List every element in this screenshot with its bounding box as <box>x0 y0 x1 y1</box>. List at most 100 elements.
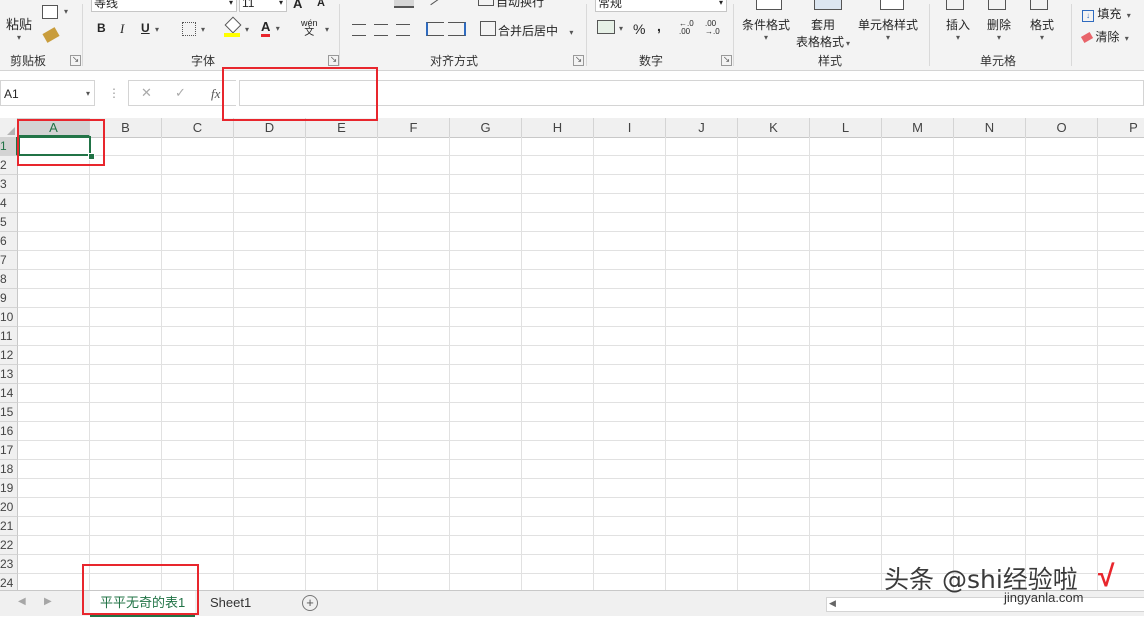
column-header-f[interactable]: F <box>378 118 450 137</box>
insert-button[interactable]: 插入 ▾ <box>946 16 970 42</box>
increase-decimal-button[interactable]: ←.0 .00 <box>679 20 699 36</box>
conditional-format-button[interactable]: 条件格式 ▾ <box>742 16 790 42</box>
grow-font-button[interactable]: A <box>293 0 302 11</box>
align-left-icon[interactable] <box>352 24 366 36</box>
format-painter-icon[interactable] <box>42 27 60 43</box>
merge-center-icon[interactable] <box>480 21 496 36</box>
decrease-indent-icon[interactable] <box>426 22 444 36</box>
copy-dropdown-icon[interactable]: ▾ <box>64 7 68 16</box>
more-icon[interactable]: ⋮ <box>108 86 120 100</box>
row-header-21[interactable]: 21 <box>0 517 18 536</box>
row-header-23[interactable]: 23 <box>0 555 18 574</box>
row-header-7[interactable]: 7 <box>0 251 18 270</box>
cancel-icon[interactable]: ✕ <box>141 85 152 101</box>
chevron-down-icon: ▾ <box>569 28 574 37</box>
merge-center-button[interactable]: 合并后居中 ▾ <box>498 22 573 39</box>
column-header-m[interactable]: M <box>882 118 954 137</box>
format-button[interactable]: 格式 ▾ <box>1030 16 1054 42</box>
highlight-cell-a1 <box>17 119 105 166</box>
column-header-l[interactable]: L <box>810 118 882 137</box>
orientation-icon[interactable] <box>426 0 440 6</box>
bold-button[interactable]: B <box>97 21 106 35</box>
table-format-button[interactable]: 套用 表格格式 ▾ <box>796 16 850 50</box>
row-header-19[interactable]: 19 <box>0 479 18 498</box>
select-all-button[interactable] <box>0 118 18 137</box>
column-header-p[interactable]: P <box>1098 118 1144 137</box>
column-header-k[interactable]: K <box>738 118 810 137</box>
fill-button[interactable]: ↓ 填充 ▾ <box>1082 5 1131 22</box>
wrap-text-icon[interactable] <box>478 0 494 6</box>
increase-indent-icon[interactable] <box>448 22 466 36</box>
phonetic-dropdown-icon[interactable]: ▾ <box>325 25 329 34</box>
sheet-tab-2[interactable]: Sheet1 <box>200 591 261 615</box>
number-launcher-icon[interactable]: ↘ <box>721 55 732 66</box>
column-header-h[interactable]: H <box>522 118 594 137</box>
row-header-20[interactable]: 20 <box>0 498 18 517</box>
number-format-select[interactable]: 常规 ▾ <box>595 0 727 12</box>
row-header-6[interactable]: 6 <box>0 232 18 251</box>
row-header-15[interactable]: 15 <box>0 403 18 422</box>
row-header-16[interactable]: 16 <box>0 422 18 441</box>
align-center-icon[interactable] <box>374 24 388 36</box>
enter-icon[interactable]: ✓ <box>175 85 186 101</box>
row-header-13[interactable]: 13 <box>0 365 18 384</box>
row-header-2[interactable]: 2 <box>0 156 18 175</box>
row-header-10[interactable]: 10 <box>0 308 18 327</box>
border-dropdown-icon[interactable]: ▾ <box>201 25 205 34</box>
italic-button[interactable]: I <box>120 21 124 37</box>
horizontal-scrollbar[interactable]: ◀ <box>826 597 1144 612</box>
row-header-11[interactable]: 11 <box>0 327 18 346</box>
align-middle-icon[interactable] <box>394 0 414 8</box>
row-header-22[interactable]: 22 <box>0 536 18 555</box>
delete-button[interactable]: 删除 ▾ <box>987 16 1011 42</box>
row-header-1[interactable]: 1 <box>0 137 18 156</box>
decrease-decimal-button[interactable]: .00 →.0 <box>705 20 725 36</box>
font-size-select[interactable]: 11 ▾ <box>239 0 287 12</box>
phonetic-button[interactable]: wén 文 <box>301 18 318 38</box>
column-header-j[interactable]: J <box>666 118 738 137</box>
percent-button[interactable]: % <box>633 21 645 37</box>
column-header-n[interactable]: N <box>954 118 1026 137</box>
copy-icon[interactable] <box>42 5 58 19</box>
row-header-12[interactable]: 12 <box>0 346 18 365</box>
column-header-o[interactable]: O <box>1026 118 1098 137</box>
row-header-17[interactable]: 17 <box>0 441 18 460</box>
scroll-right-icon[interactable]: ▶ <box>44 596 52 607</box>
insert-function-icon[interactable]: fx <box>211 86 220 102</box>
row-header-4[interactable]: 4 <box>0 194 18 213</box>
add-sheet-button[interactable]: + <box>302 595 318 611</box>
clipboard-launcher-icon[interactable]: ↘ <box>70 55 81 66</box>
paste-button[interactable]: 粘贴 ▾ <box>6 14 32 42</box>
row-header-8[interactable]: 8 <box>0 270 18 289</box>
name-box[interactable]: A1 ▾ <box>0 80 95 106</box>
alignment-launcher-icon[interactable]: ↘ <box>573 55 584 66</box>
column-header-g[interactable]: G <box>450 118 522 137</box>
cell-area[interactable] <box>18 137 1144 590</box>
comma-button[interactable]: , <box>657 18 661 34</box>
align-right-icon[interactable] <box>396 24 410 36</box>
currency-dropdown-icon[interactable]: ▾ <box>619 24 623 33</box>
font-color-button[interactable]: A ▾ <box>261 19 280 37</box>
row-header-9[interactable]: 9 <box>0 289 18 308</box>
border-icon[interactable] <box>182 22 196 36</box>
font-name-select[interactable]: 等线 ▾ <box>91 0 237 12</box>
fill-color-icon[interactable] <box>224 16 242 37</box>
row-header-24[interactable]: 24 <box>0 574 18 590</box>
underline-button[interactable]: U ▾ <box>141 21 159 35</box>
fill-color-dropdown-icon[interactable]: ▾ <box>245 25 249 34</box>
cell-styles-button[interactable]: 单元格样式 ▾ <box>858 16 918 42</box>
row-header-3[interactable]: 3 <box>0 175 18 194</box>
row-header-18[interactable]: 18 <box>0 460 18 479</box>
row-header-14[interactable]: 14 <box>0 384 18 403</box>
font-launcher-icon[interactable]: ↘ <box>328 55 339 66</box>
scroll-left-icon[interactable]: ◀ <box>829 598 836 609</box>
clear-button[interactable]: 清除 ▾ <box>1080 28 1129 45</box>
wrap-text-button[interactable]: 自动换行 <box>496 0 544 10</box>
row-header-5[interactable]: 5 <box>0 213 18 232</box>
currency-icon[interactable] <box>597 20 615 34</box>
name-box-value: A1 <box>4 87 19 101</box>
column-header-i[interactable]: I <box>594 118 666 137</box>
chevron-down-icon[interactable]: ▾ <box>86 81 90 107</box>
scroll-left-icon[interactable]: ◀ <box>18 596 26 607</box>
shrink-font-button[interactable]: A <box>317 0 325 9</box>
